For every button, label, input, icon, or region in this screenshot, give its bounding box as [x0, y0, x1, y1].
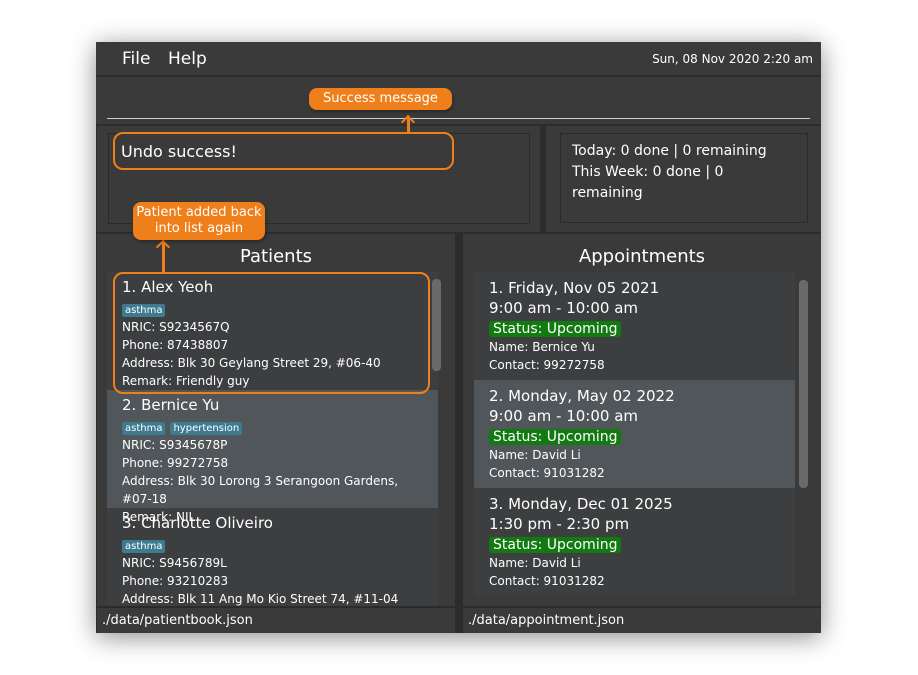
command-input[interactable]: [107, 118, 810, 119]
patient-list-scrollbar[interactable]: [432, 279, 441, 371]
appointments-panel: Appointments 1. Friday, Nov 05 2021 9:00 …: [463, 234, 821, 606]
patient-nric: NRIC: S9456789L: [122, 556, 227, 570]
patient-card[interactable]: 2. Bernice Yu asthma hypertension NRIC: S93…: [107, 390, 438, 524]
patient-phone: Phone: 93210283: [122, 574, 229, 588]
patient-address: Address: Blk 11 Ang Mo Kio Street 74, #1…: [122, 592, 399, 606]
command-box[interactable]: [96, 77, 821, 124]
patient-card[interactable]: 3. Charlotte Oliveiro asthma NRIC: S945678…: [107, 508, 438, 606]
status-badge: Status: Upcoming: [489, 321, 622, 337]
patients-title: Patients: [239, 246, 313, 267]
appointment-time: 9:00 am - 10:00 am: [489, 407, 639, 425]
appointment-name: Name: David Li: [489, 448, 581, 462]
appointment-date: 2. Monday, May 02 2022: [489, 387, 675, 405]
patient-tags: asthma hypertension: [122, 416, 423, 435]
patient-name: 2. Bernice Yu: [122, 396, 220, 414]
menu-help[interactable]: Help: [168, 49, 207, 69]
appointments-file-path: ./data/appointment.json: [463, 607, 821, 633]
datetime: Sun, 08 Nov 2020 2:20 am: [652, 52, 813, 66]
patient-highlight: [113, 272, 430, 394]
appointment-list[interactable]: 1. Friday, Nov 05 2021 9:00 am - 10:00 am…: [474, 272, 795, 596]
appointment-list-scrollbar[interactable]: [799, 280, 808, 488]
appointment-contact: Contact: 91031282: [489, 574, 605, 588]
appointment-card[interactable]: 3. Monday, Dec 01 2025 1:30 pm - 2:30 pm S…: [474, 488, 795, 596]
appointment-time: 1:30 pm - 2:30 pm: [489, 515, 630, 533]
appointment-name: Name: David Li: [489, 556, 581, 570]
patient-name: 3. Charlotte Oliveiro: [122, 514, 273, 532]
appointment-date: 1. Friday, Nov 05 2021: [489, 279, 660, 297]
patient-phone: Phone: 99272758: [122, 456, 229, 470]
callout-success: Success message: [309, 88, 452, 110]
stats-panel: Today: 0 done | 0 remaining This Week: 0…: [546, 126, 821, 232]
callout-patient: Patient added back into list again: [133, 202, 265, 240]
appointment-contact: Contact: 99272758: [489, 358, 605, 372]
success-highlight: [113, 132, 454, 170]
patient-address: Address: Blk 30 Lorong 3 Serangoon Garde…: [122, 474, 399, 506]
appointment-contact: Contact: 91031282: [489, 466, 605, 480]
appointment-card[interactable]: 1. Friday, Nov 05 2021 9:00 am - 10:00 am…: [474, 272, 795, 380]
patient-nric: NRIC: S9345678P: [122, 438, 228, 452]
status-badge: Status: Upcoming: [489, 537, 622, 553]
appointment-name: Name: Bernice Yu: [489, 340, 595, 354]
status-badge: Status: Upcoming: [489, 429, 622, 445]
appointment-card[interactable]: 2. Monday, May 02 2022 9:00 am - 10:00 am…: [474, 380, 795, 488]
stats-week: This Week: 0 done | 0 remaining: [572, 164, 724, 201]
stats-today: Today: 0 done | 0 remaining: [572, 143, 767, 159]
patients-file-path: ./data/patientbook.json: [97, 607, 455, 633]
tag-badge: hypertension: [170, 422, 243, 435]
tag-badge: asthma: [122, 540, 166, 553]
tag-badge: asthma: [122, 422, 166, 435]
appointment-time: 9:00 am - 10:00 am: [489, 299, 639, 317]
menu-file[interactable]: File: [122, 49, 150, 69]
appointment-date: 3. Monday, Dec 01 2025: [489, 495, 673, 513]
appointments-title: Appointments: [578, 246, 706, 267]
menu-bar: File Help Sun, 08 Nov 2020 2:20 am: [96, 42, 821, 76]
patient-tags: asthma: [122, 534, 423, 553]
